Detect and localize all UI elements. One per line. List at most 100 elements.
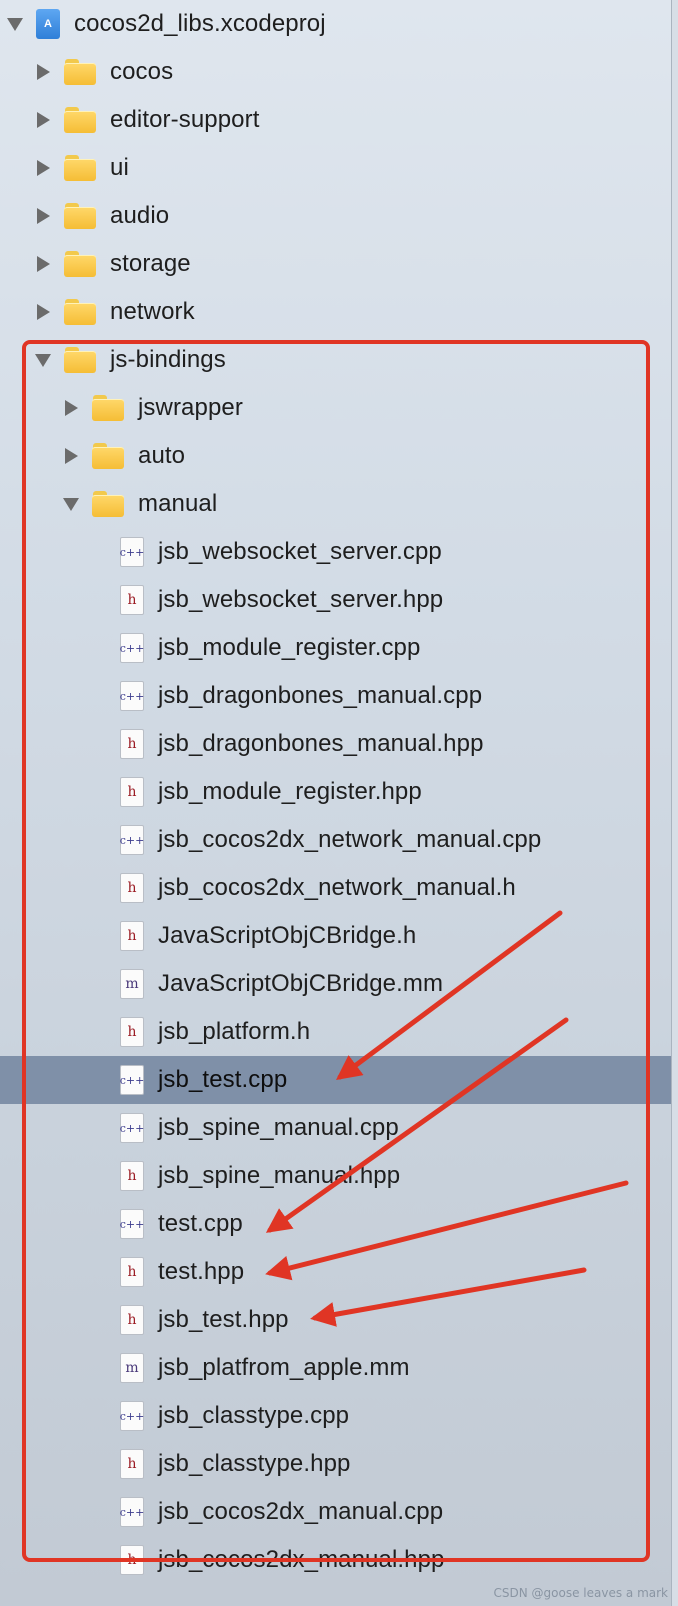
item-label: js-bindings (110, 346, 226, 373)
folder-row[interactable]: manual (0, 480, 678, 528)
folder-row[interactable]: js-bindings (0, 336, 678, 384)
header-file-icon: h (120, 1305, 144, 1335)
disclosure-expanded-icon[interactable] (32, 349, 54, 371)
item-label: test.cpp (158, 1210, 243, 1237)
folder-row[interactable]: editor-support (0, 96, 678, 144)
disclosure-collapsed-icon[interactable] (32, 301, 54, 323)
disclosure-collapsed-icon[interactable] (60, 397, 82, 419)
header-file-icon: h (120, 777, 144, 807)
project-navigator: Acocos2d_libs.xcodeprojcocos editor-suppo… (0, 0, 678, 1606)
disclosure-expanded-icon[interactable] (4, 13, 26, 35)
file-row[interactable]: c++ jsb_cocos2dx_network_manual.cpp (0, 816, 678, 864)
file-row[interactable]: h jsb_dragonbones_manual.hpp (0, 720, 678, 768)
item-label: jsb_module_register.cpp (158, 634, 421, 661)
header-file-icon: h (120, 585, 144, 615)
disclosure-collapsed-icon[interactable] (32, 253, 54, 275)
header-file-icon: h (120, 1449, 144, 1479)
item-label: jsb_spine_manual.cpp (158, 1114, 399, 1141)
item-label: storage (110, 250, 191, 277)
folder-icon (64, 347, 96, 373)
file-row[interactable]: h jsb_spine_manual.hpp (0, 1152, 678, 1200)
objc-file-icon: m (120, 969, 144, 999)
file-row[interactable]: c++ jsb_cocos2dx_manual.cpp (0, 1488, 678, 1536)
disclosure-spacer (88, 733, 110, 755)
item-label: network (110, 298, 195, 325)
header-file-icon: h (120, 729, 144, 759)
folder-icon (64, 299, 96, 325)
disclosure-spacer (88, 1405, 110, 1427)
item-label: cocos2d_libs.xcodeproj (74, 10, 326, 37)
file-row[interactable]: h jsb_cocos2dx_manual.hpp (0, 1536, 678, 1584)
folder-row[interactable]: network (0, 288, 678, 336)
cpp-file-icon: c++ (120, 537, 144, 567)
item-label: editor-support (110, 106, 260, 133)
file-row[interactable]: c++ jsb_websocket_server.cpp (0, 528, 678, 576)
disclosure-spacer (88, 589, 110, 611)
file-row[interactable]: h jsb_test.hpp (0, 1296, 678, 1344)
folder-row[interactable]: audio (0, 192, 678, 240)
xcode-project-icon: A (36, 9, 60, 39)
disclosure-collapsed-icon[interactable] (32, 61, 54, 83)
disclosure-spacer (88, 685, 110, 707)
file-row[interactable]: c++ jsb_test.cpp (0, 1056, 678, 1104)
disclosure-spacer (88, 1069, 110, 1091)
file-row[interactable]: c++ jsb_module_register.cpp (0, 624, 678, 672)
disclosure-collapsed-icon[interactable] (60, 445, 82, 467)
disclosure-spacer (88, 1453, 110, 1475)
item-label: jsb_classtype.hpp (158, 1450, 351, 1477)
folder-icon (64, 203, 96, 229)
file-row[interactable]: c++ test.cpp (0, 1200, 678, 1248)
file-row[interactable]: h jsb_websocket_server.hpp (0, 576, 678, 624)
file-row[interactable]: h jsb_cocos2dx_network_manual.h (0, 864, 678, 912)
disclosure-collapsed-icon[interactable] (32, 157, 54, 179)
file-row[interactable]: h test.hpp (0, 1248, 678, 1296)
item-label: test.hpp (158, 1258, 245, 1285)
cpp-file-icon: c++ (120, 1209, 144, 1239)
cpp-file-icon: c++ (120, 1401, 144, 1431)
disclosure-spacer (88, 973, 110, 995)
header-file-icon: h (120, 921, 144, 951)
item-label: jsb_websocket_server.hpp (158, 586, 444, 613)
cpp-file-icon: c++ (120, 633, 144, 663)
folder-row[interactable]: auto (0, 432, 678, 480)
file-row[interactable]: m JavaScriptObjCBridge.mm (0, 960, 678, 1008)
disclosure-collapsed-icon[interactable] (32, 109, 54, 131)
cpp-file-icon: c++ (120, 1113, 144, 1143)
item-label: jsb_module_register.hpp (158, 778, 422, 805)
file-row[interactable]: h jsb_module_register.hpp (0, 768, 678, 816)
file-row[interactable]: c++ jsb_classtype.cpp (0, 1392, 678, 1440)
item-label: jsb_test.hpp (158, 1306, 289, 1333)
file-row[interactable]: c++ jsb_spine_manual.cpp (0, 1104, 678, 1152)
folder-row[interactable]: ui (0, 144, 678, 192)
folder-row[interactable]: cocos (0, 48, 678, 96)
file-row[interactable]: h JavaScriptObjCBridge.h (0, 912, 678, 960)
disclosure-spacer (88, 877, 110, 899)
file-row[interactable]: c++ jsb_dragonbones_manual.cpp (0, 672, 678, 720)
disclosure-spacer (88, 1021, 110, 1043)
item-label: cocos (110, 58, 174, 85)
disclosure-spacer (88, 1309, 110, 1331)
file-row[interactable]: m jsb_platfrom_apple.mm (0, 1344, 678, 1392)
file-row[interactable]: h jsb_platform.h (0, 1008, 678, 1056)
disclosure-spacer (88, 1165, 110, 1187)
item-label: jswrapper (138, 394, 243, 421)
folder-icon (64, 251, 96, 277)
disclosure-spacer (88, 637, 110, 659)
item-label: jsb_classtype.cpp (158, 1402, 350, 1429)
scrollbar-track[interactable] (671, 0, 678, 1606)
file-row[interactable]: h jsb_classtype.hpp (0, 1440, 678, 1488)
folder-row[interactable]: jswrapper (0, 384, 678, 432)
item-label: jsb_test.cpp (158, 1066, 288, 1093)
item-label: auto (138, 442, 186, 469)
header-file-icon: h (120, 1017, 144, 1047)
project-row[interactable]: Acocos2d_libs.xcodeproj (0, 0, 678, 48)
disclosure-spacer (88, 1213, 110, 1235)
header-file-icon: h (120, 1161, 144, 1191)
item-label: ui (110, 154, 129, 181)
folder-row[interactable]: storage (0, 240, 678, 288)
folder-icon (92, 395, 124, 421)
disclosure-expanded-icon[interactable] (60, 493, 82, 515)
item-label: jsb_dragonbones_manual.hpp (158, 730, 484, 757)
header-file-icon: h (120, 1257, 144, 1287)
disclosure-collapsed-icon[interactable] (32, 205, 54, 227)
